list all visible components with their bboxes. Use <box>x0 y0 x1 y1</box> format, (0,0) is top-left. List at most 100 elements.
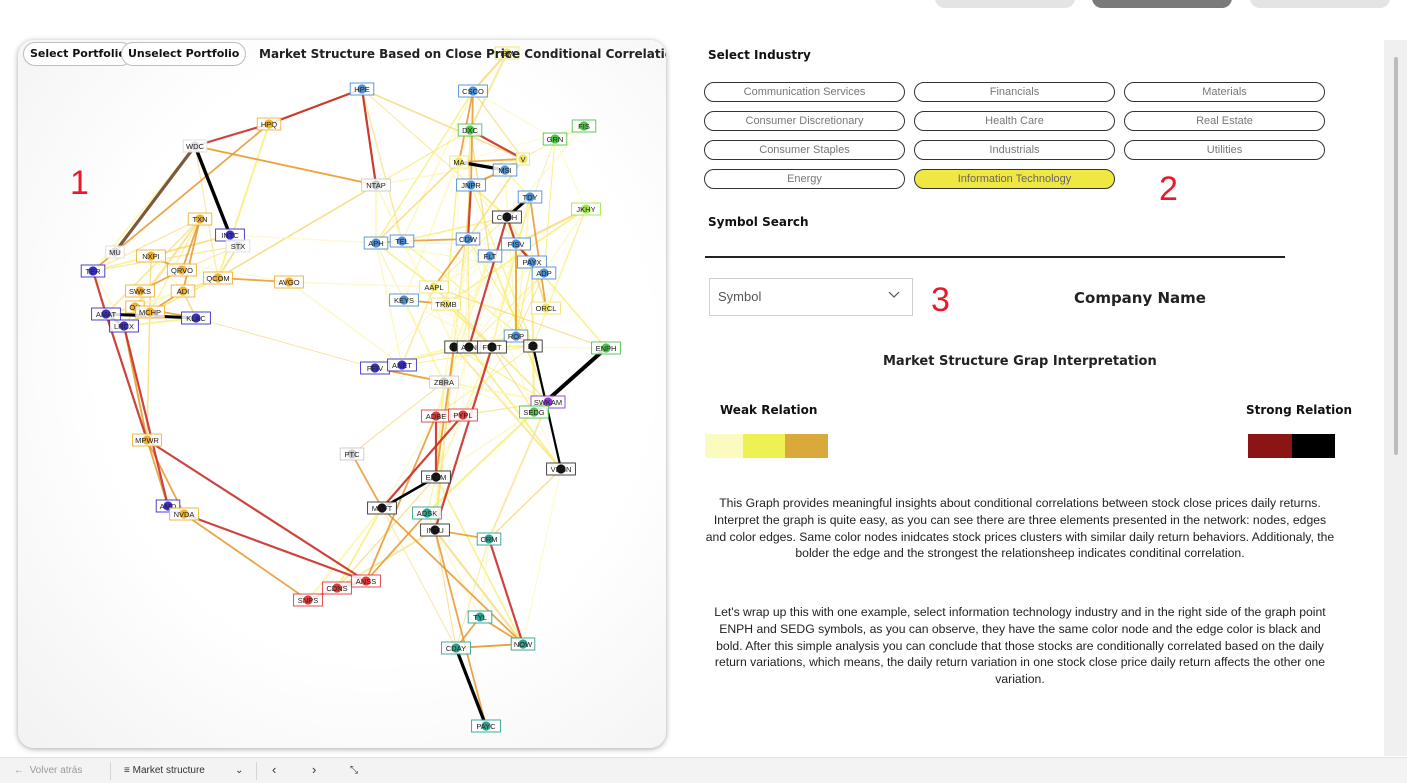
node-ntap[interactable]: NTAP <box>361 178 391 192</box>
node-orcl[interactable]: ORCL <box>531 301 561 315</box>
node-br[interactable]: BR <box>523 339 543 353</box>
symbol-search-underline[interactable] <box>705 256 1285 258</box>
node-tel[interactable]: TEL <box>389 234 415 248</box>
node-intu[interactable]: INTU <box>420 523 450 537</box>
select-portfolio-button[interactable]: Select Portfolio <box>23 42 133 66</box>
node-nxpi[interactable]: NXPI <box>136 249 166 263</box>
node-grn[interactable]: GRN <box>542 132 568 146</box>
node-stx[interactable]: STX <box>225 239 251 253</box>
node-ptc[interactable]: PTC <box>339 447 365 461</box>
node-hpe[interactable]: HPE <box>349 82 375 96</box>
node-adbe[interactable]: ADBE <box>421 409 451 423</box>
symbol-dropdown[interactable]: Symbol <box>709 278 913 316</box>
node-aapl[interactable]: AAPL <box>419 280 449 294</box>
node-lrcx[interactable]: LRCX <box>109 319 139 333</box>
node-adsk[interactable]: ADSK <box>412 506 442 520</box>
industry-information-technology[interactable]: Information Technology <box>914 169 1115 189</box>
node-dxc[interactable]: DXC <box>457 123 483 137</box>
collapse-icon[interactable]: ⤡ <box>350 765 358 776</box>
weak-relation-label: Weak Relation <box>720 403 818 417</box>
node-ffiv[interactable]: FFIV <box>360 361 390 375</box>
industry-consumer-staples[interactable]: Consumer Staples <box>704 140 905 160</box>
node-ftnt[interactable]: FTNT <box>477 340 507 354</box>
back-button[interactable]: ← Volver atrás <box>14 765 82 776</box>
node-payc[interactable]: PAYC <box>471 719 501 733</box>
industry-health-care[interactable]: Health Care <box>914 111 1115 131</box>
node-mpwr[interactable]: MPWR <box>132 433 162 447</box>
node-intc[interactable]: INTC <box>215 228 245 242</box>
node-ter[interactable]: TER <box>80 264 106 278</box>
node-tyl[interactable]: TYL <box>467 610 493 624</box>
page-tab-right[interactable] <box>1250 0 1390 8</box>
industry-materials[interactable]: Materials <box>1124 82 1325 102</box>
industry-energy[interactable]: Energy <box>704 169 905 189</box>
industry-communication-services[interactable]: Communication Services <box>704 82 905 102</box>
node-label: JNPR <box>461 181 481 190</box>
node-amat[interactable]: AMAT <box>91 307 121 321</box>
unselect-portfolio-button[interactable]: Unselect Portfolio <box>121 42 247 66</box>
medium-edge <box>470 90 474 186</box>
node-trmb[interactable]: TRMB <box>431 297 461 311</box>
industry-financials[interactable]: Financials <box>914 82 1115 102</box>
node-anss[interactable]: ANSS <box>351 574 381 588</box>
page-selector[interactable]: ≡ Market structure <box>124 765 205 776</box>
node-wdc[interactable]: WDC <box>182 139 208 153</box>
node-cdns[interactable]: CDNS <box>322 581 352 595</box>
industry-industrials[interactable]: Industrials <box>914 140 1115 160</box>
node-sedg[interactable]: SEDG <box>519 405 549 419</box>
industry-consumer-discretionary[interactable]: Consumer Discretionary <box>704 111 905 131</box>
node-ma[interactable]: MA <box>449 155 469 169</box>
node-fis[interactable]: FIS <box>571 119 597 133</box>
node-fisv[interactable]: FISV <box>501 237 531 251</box>
node-label: PAYC <box>476 722 496 731</box>
node-mchp[interactable]: MCHP <box>135 305 165 319</box>
node-nvda[interactable]: NVDA <box>169 507 199 521</box>
node-avgo[interactable]: AVGO <box>274 275 304 289</box>
node-keys[interactable]: KEYS <box>389 293 419 307</box>
next-page-button[interactable]: › <box>312 762 316 777</box>
node-jnpr[interactable]: JNPR <box>456 178 486 192</box>
node-vrsn[interactable]: VRSN <box>546 462 576 476</box>
node-adp[interactable]: ADP <box>531 266 557 280</box>
node-pypl[interactable]: PYPL <box>448 408 478 422</box>
node-hpq[interactable]: HPQ <box>256 117 282 131</box>
node-ctsh[interactable]: CTSH <box>492 210 522 224</box>
node-mu[interactable]: MU <box>105 245 125 259</box>
node-swks[interactable]: SWKS <box>125 284 155 298</box>
node-qcom[interactable]: QCOM <box>203 271 233 285</box>
scrollbar-thumb[interactable] <box>1394 57 1398 455</box>
node-klac[interactable]: KLAC <box>181 311 211 325</box>
node-aph[interactable]: APH <box>363 236 389 250</box>
page-tab-left[interactable] <box>935 0 1075 8</box>
page-tab-active[interactable] <box>1092 0 1232 8</box>
previous-page-button[interactable]: ‹ <box>272 762 276 777</box>
node-txn[interactable]: TXN <box>187 212 213 226</box>
node-now[interactable]: NOW <box>510 637 536 651</box>
node-msft[interactable]: MSFT <box>367 501 397 515</box>
node-tdy[interactable]: TDY <box>517 190 543 204</box>
divider <box>256 762 257 780</box>
node-anet[interactable]: ANET <box>387 358 417 372</box>
chevron-down-icon[interactable]: ⌄ <box>235 765 243 776</box>
industry-utilities[interactable]: Utilities <box>1124 140 1325 160</box>
node-flt[interactable]: FLT <box>477 249 503 263</box>
node-label: CSCO <box>462 87 484 96</box>
node-enph[interactable]: ENPH <box>591 341 621 355</box>
market-structure-network[interactable]: HPEIBMCSCOHPQDXCGRNFISVMAMSIWDCNTAP JNPRT… <box>18 40 666 748</box>
node-jkhy[interactable]: JKHY <box>571 202 601 216</box>
node-snps[interactable]: SNPS <box>293 593 323 607</box>
node-zbra[interactable]: ZBRA <box>429 375 459 389</box>
node-csco[interactable]: CSCO <box>458 84 488 98</box>
node-v[interactable]: V <box>515 152 531 166</box>
node-cday[interactable]: CDAY <box>441 641 471 655</box>
node-qrvo[interactable]: QRVO <box>167 263 197 277</box>
node-payx[interactable]: PAYX <box>517 255 547 269</box>
node-adi[interactable]: ADI <box>170 284 196 298</box>
node-epam[interactable]: EPAM <box>421 470 451 484</box>
industry-real-estate[interactable]: Real Estate <box>1124 111 1325 131</box>
node-cdw[interactable]: CDW <box>455 232 481 246</box>
weak-edge <box>488 468 562 540</box>
node-msi[interactable]: MSI <box>492 163 518 177</box>
node-crm[interactable]: CRM <box>476 532 502 546</box>
node-label: KLAC <box>186 314 206 323</box>
